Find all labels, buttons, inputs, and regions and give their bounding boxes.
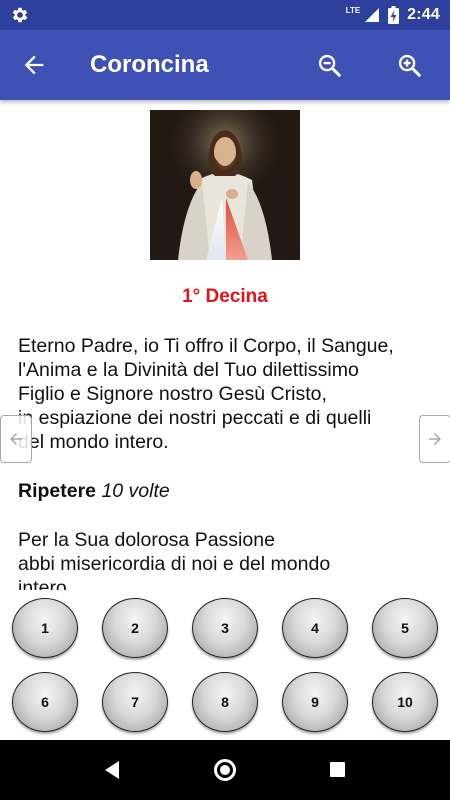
bead-button-10[interactable]: 10 — [372, 672, 438, 732]
gear-icon — [12, 7, 28, 23]
bead-button-6[interactable]: 6 — [12, 672, 78, 732]
bead-button-8[interactable]: 8 — [192, 672, 258, 732]
system-home-icon[interactable] — [214, 759, 236, 781]
zoom-in-icon[interactable] — [396, 52, 424, 80]
prayer-text: Eterno Padre, io Ti offro il Corpo, il S… — [18, 334, 438, 454]
bead-button-1[interactable]: 1 — [12, 598, 78, 658]
system-back-icon[interactable] — [103, 760, 121, 780]
bead-button-9[interactable]: 9 — [282, 672, 348, 732]
clock: 2:44 — [407, 6, 440, 23]
back-arrow-icon[interactable] — [20, 51, 48, 79]
prayer-line: l'Anima e la Divinità del Tuo dilettissi… — [18, 359, 359, 381]
arrow-right-icon — [429, 433, 441, 445]
prayer-line: intero. — [18, 577, 73, 590]
response-prayer-text: Per la Sua dolorosa Passione abbi miseri… — [18, 528, 438, 590]
prayer-line: Eterno Padre, io Ti offro il Corpo, il S… — [18, 335, 394, 357]
bead-button-5[interactable]: 5 — [372, 598, 438, 658]
divine-mercy-image — [150, 110, 300, 260]
bead-counter: 1 2 3 4 5 6 7 8 9 10 — [0, 590, 450, 740]
previous-page-button[interactable] — [0, 415, 32, 463]
repeat-label: Ripetere — [18, 480, 97, 502]
status-bar: LTE 2:44 — [0, 0, 450, 30]
decade-title: 1° Decina — [182, 286, 268, 307]
repeat-count: 10 volte — [101, 480, 170, 502]
bead-button-7[interactable]: 7 — [102, 672, 168, 732]
app-bar: Coroncina — [0, 30, 450, 100]
page-title: Coroncina — [90, 51, 209, 78]
prayer-content[interactable]: 1° Decina Eterno Padre, io Ti offro il C… — [0, 100, 450, 590]
prayer-line: in espiazione dei nostri peccati e di qu… — [18, 407, 372, 429]
next-page-button[interactable] — [419, 415, 450, 463]
prayer-line: Figlio e Signore nostro Gesù Cristo, — [18, 383, 327, 405]
prayer-line: abbi misericordia di noi e del mondo — [18, 553, 331, 575]
zoom-out-icon[interactable] — [316, 52, 344, 80]
arrow-left-icon — [10, 433, 22, 445]
network-type-label: LTE — [345, 5, 361, 15]
battery-charging-icon — [388, 6, 400, 24]
signal-icon — [365, 8, 380, 22]
bead-button-3[interactable]: 3 — [192, 598, 258, 658]
system-recents-icon[interactable] — [330, 762, 345, 777]
bead-button-2[interactable]: 2 — [102, 598, 168, 658]
prayer-line: del mondo intero. — [18, 431, 169, 453]
repeat-instruction: Ripetere 10 volte — [18, 480, 170, 503]
system-navigation-bar — [0, 740, 450, 800]
prayer-line: Per la Sua dolorosa Passione — [18, 529, 275, 551]
bead-button-4[interactable]: 4 — [282, 598, 348, 658]
